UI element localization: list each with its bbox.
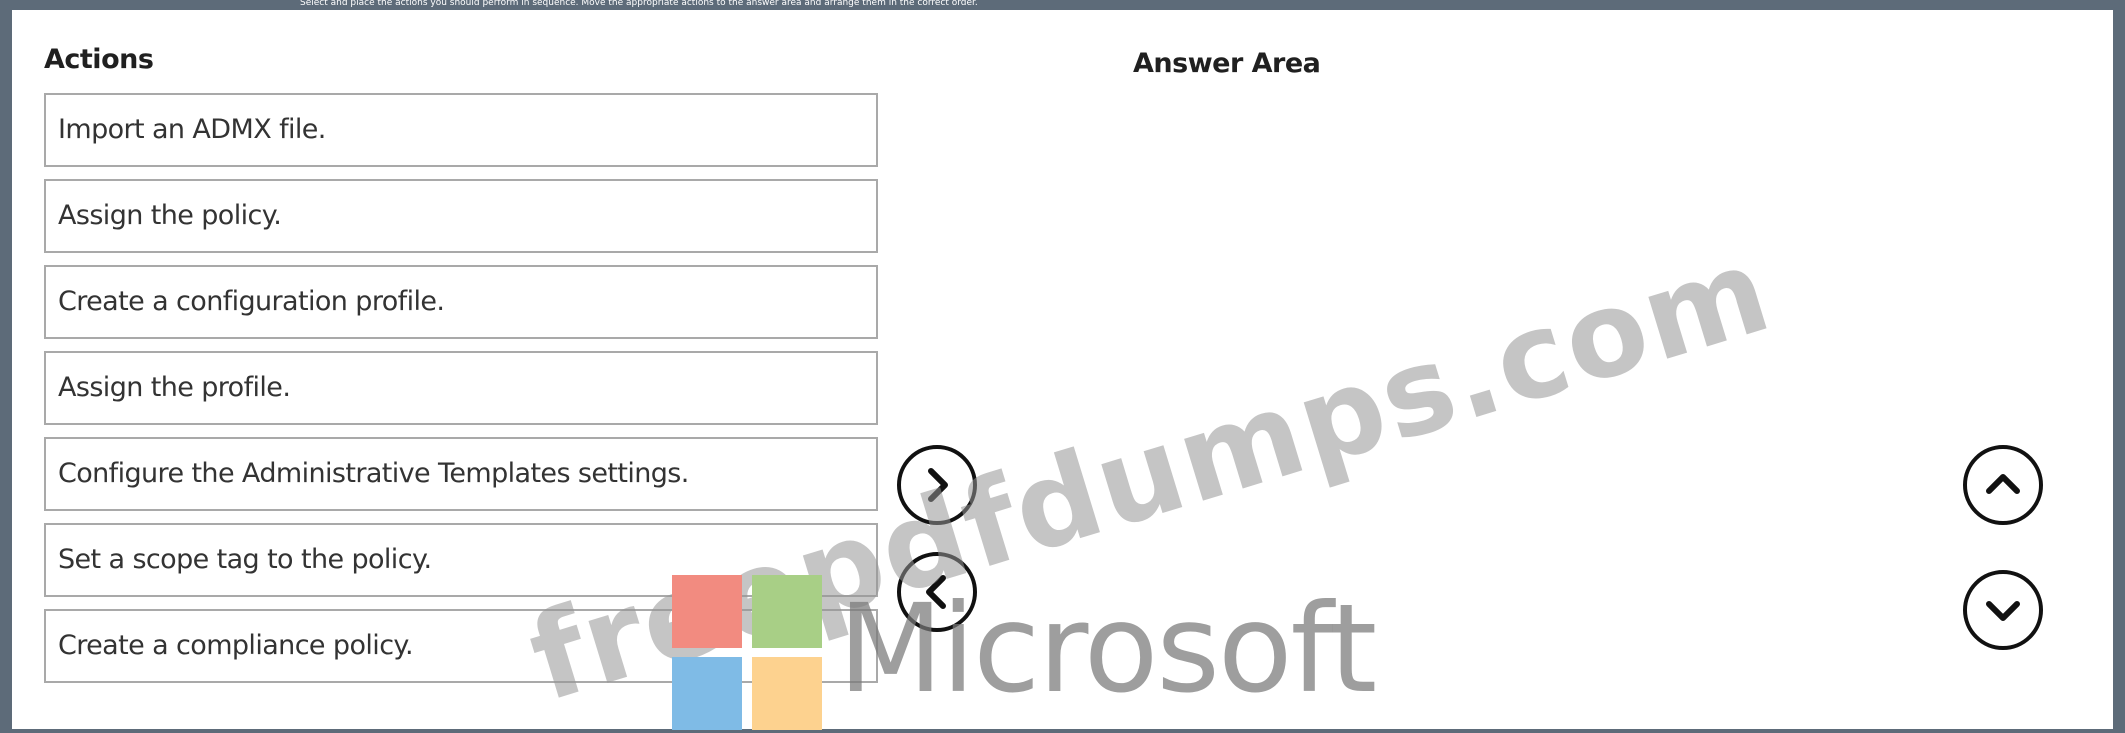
move-down-button[interactable] [1963,570,2043,650]
action-item[interactable]: Create a configuration profile. [44,265,878,339]
action-item[interactable]: Set a scope tag to the policy. [44,523,878,597]
instruction-strip: Select and place the actions you should … [0,0,2125,10]
move-up-button[interactable] [1963,445,2043,525]
instruction-text: Select and place the actions you should … [300,0,978,8]
chevron-up-icon [1986,474,2020,494]
action-item[interactable]: Assign the profile. [44,351,878,425]
move-left-button[interactable] [897,552,977,632]
action-item[interactable]: Import an ADMX file. [44,93,878,167]
move-right-button[interactable] [897,445,977,525]
answer-area[interactable] [1133,93,1933,683]
action-item[interactable]: Configure the Administrative Templates s… [44,437,878,511]
action-item[interactable]: Create a compliance policy. [44,609,878,683]
chevron-down-icon [1986,601,2020,621]
actions-heading: Actions [44,44,154,75]
chevron-right-icon [928,468,948,502]
chevron-left-icon [926,575,946,609]
answer-area-heading: Answer Area [1133,48,1321,79]
action-item[interactable]: Assign the policy. [44,179,878,253]
